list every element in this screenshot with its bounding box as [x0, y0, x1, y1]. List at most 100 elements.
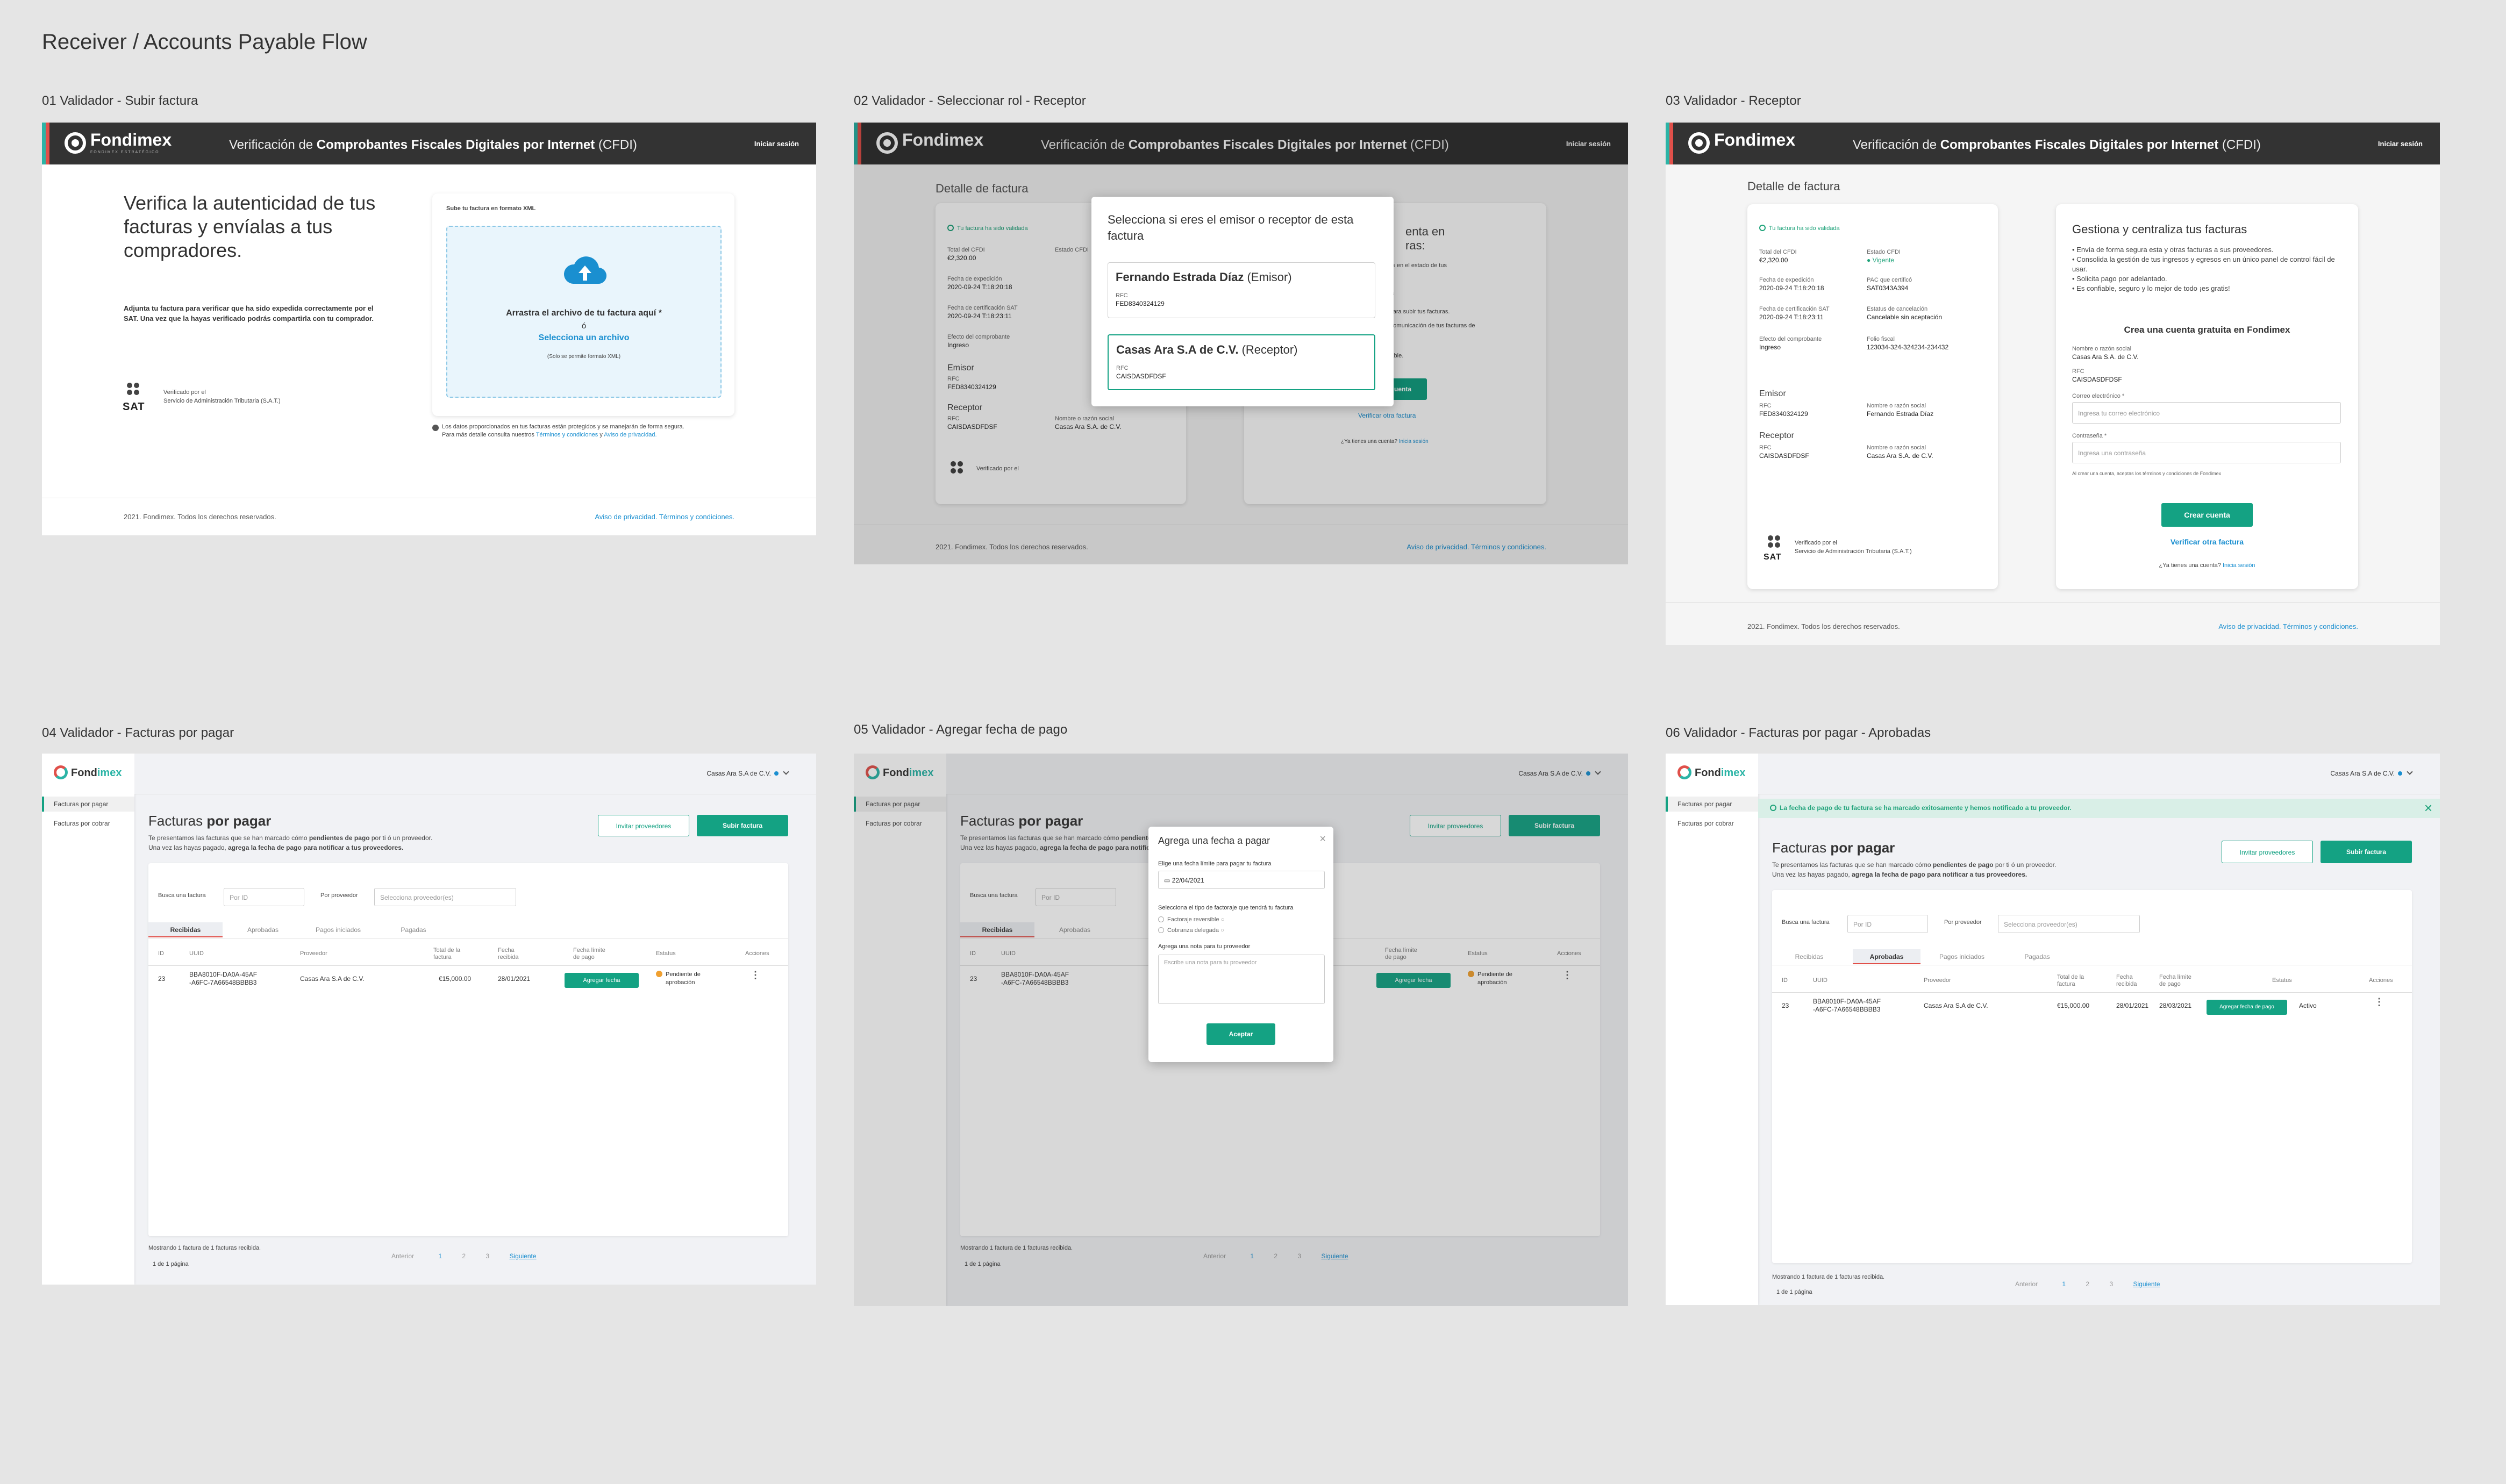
page-3[interactable]: 3 [486, 1252, 489, 1260]
cell-provider: Casas Ara S.A de C.V. [300, 975, 365, 983]
xml-dropzone[interactable]: Arrastra el archivo de tu factura aquí *… [446, 226, 722, 398]
sidebar-item-payables[interactable]: Facturas por pagar [42, 797, 134, 812]
prev-page[interactable]: Anterior [391, 1252, 414, 1260]
sidebar-item-receivables[interactable]: Facturas por cobrar [42, 816, 134, 831]
column-header: Fecha límite de pago [2159, 974, 2191, 987]
invoices-panel: Busca una factura Por ID Por proveedor S… [1772, 890, 2412, 1263]
select-file-link[interactable]: Selecciona un archivo [447, 333, 720, 343]
upload-invoice-button[interactable]: Subir factura [697, 815, 788, 836]
accept-button[interactable]: Aceptar [1206, 1023, 1275, 1045]
next-page[interactable]: Siguiente [509, 1252, 536, 1260]
close-icon[interactable]: × [1319, 833, 1326, 845]
tab-pagos-iniciados[interactable]: Pagos iniciados [299, 922, 377, 937]
row-actions-icon[interactable]: ⋮ [2374, 996, 2384, 1008]
page-3[interactable]: 3 [2109, 1280, 2113, 1288]
receptor-name: Casas Ara S.A. de C.V. [1867, 452, 1933, 460]
sidebar-item-payables[interactable]: Facturas por pagar [1666, 797, 1758, 812]
tab-pagadas[interactable]: Pagadas [380, 922, 447, 937]
radio-cobranza-delegada[interactable]: Cobranza delegada ○ [1158, 927, 1224, 934]
email-input[interactable]: Ingresa tu correo electrónico [2072, 402, 2341, 424]
email-label: Correo electrónico * [2072, 393, 2125, 399]
upload-invoice-button[interactable]: Subir factura [2321, 841, 2412, 863]
only-xml-note: (Solo se permite formato XML) [547, 354, 621, 360]
column-header: Proveedor [300, 950, 327, 957]
frame-label-03: 03 Validador - Receptor [1666, 94, 1801, 108]
sat-word: SAT [1764, 553, 1782, 562]
upload-card-title: Sube tu factura en formato XML [446, 205, 536, 212]
cancel-value: Cancelable sin aceptación [1867, 313, 1943, 321]
login-link[interactable]: Iniciar sesión [754, 140, 799, 148]
emisor-option-rfc-label: RFC [1116, 292, 1128, 299]
receptor-option-label: Casas Ara S.A de C.V. (Receptor) [1116, 343, 1298, 356]
footer-links[interactable]: Aviso de privacidad. Términos y condicio… [2218, 622, 2358, 630]
tab-pagadas[interactable]: Pagadas [2003, 949, 2071, 964]
sat-logo-icon [1768, 535, 1787, 551]
cancel-label: Estatus de cancelación [1867, 306, 1928, 312]
prev-page[interactable]: Anterior [2015, 1280, 2038, 1288]
frame-select-role: Fondimex Verificación de Comprobantes Fi… [854, 123, 1628, 564]
sidebar-item-receivables[interactable]: Facturas por cobrar [1666, 816, 1758, 831]
brand-stripe [42, 123, 49, 164]
header-title: Verificación de Comprobantes Fiscales Di… [229, 138, 637, 152]
table-row[interactable]: 23 BBA8010F-DA0A-45AF -A6FC-7A66548BBBB3 … [148, 965, 788, 991]
role-option-emisor[interactable]: Fernando Estrada Díaz (Emisor) RFC FED83… [1108, 262, 1375, 318]
tab-recibidas[interactable]: Recibidas [1772, 949, 1846, 964]
cell-provider: Casas Ara S.A de C.V. [1924, 1002, 1988, 1009]
column-header: Fecha recibida [2116, 974, 2137, 987]
search-label: Busca una factura [1782, 919, 1830, 926]
login-link[interactable]: Iniciar sesión [2378, 140, 2423, 148]
date-picker[interactable]: ▭ 22/04/2021 [1158, 871, 1325, 889]
sidebar: Fondimex Facturas por pagar Facturas por… [42, 754, 134, 1285]
column-header: Total de la factura [2057, 974, 2084, 987]
password-input[interactable]: Ingresa una contraseña [2072, 442, 2341, 463]
page-2[interactable]: 2 [2086, 1280, 2089, 1288]
search-input[interactable]: Por ID [224, 888, 304, 906]
detail-card: Tu factura ha sido validada Total del CF… [1747, 204, 1998, 589]
invoices-panel: Busca una factura Por ID Por proveedor S… [148, 863, 788, 1236]
tab-aprobadas[interactable]: Aprobadas [229, 922, 297, 937]
cell-id: 23 [1782, 1002, 1789, 1009]
table-row[interactable]: 23 BBA8010F-DA0A-45AF -A6FC-7A66548BBBB3 … [1772, 992, 2412, 1018]
page-1[interactable]: 1 [2062, 1280, 2066, 1288]
validated-badge: Tu factura ha sido validada [1759, 225, 1840, 232]
cell-id: 23 [158, 975, 166, 983]
emisor-option-label: Fernando Estrada Díaz (Emisor) [1116, 270, 1292, 284]
create-account-button[interactable]: Crear cuenta [2161, 503, 2253, 527]
frame-payables: Fondimex Facturas por pagar Facturas por… [42, 754, 816, 1285]
row-actions-icon[interactable]: ⋮ [751, 970, 760, 981]
radio-factoraje-reversible[interactable]: Factoraje reversible ○ [1158, 916, 1224, 923]
benefit-item: • Solicita pago por adelantado. [2072, 275, 2167, 283]
tab-aprobadas[interactable]: Aprobadas [1853, 949, 1920, 964]
benefit-item: • Envía de forma segura esta y otras fac… [2072, 246, 2274, 254]
account-menu[interactable]: Casas Ara S.A de C.V. [706, 769, 789, 777]
add-payment-date-button[interactable]: Agregar fecha de pago [2207, 1000, 2287, 1015]
footer-links[interactable]: Aviso de privacidad. Términos y condicio… [595, 513, 734, 521]
tab-pagos-iniciados[interactable]: Pagos iniciados [1923, 949, 2001, 964]
provider-select[interactable]: Selecciona proveedor(es) [374, 888, 516, 906]
next-page[interactable]: Siguiente [2133, 1280, 2160, 1288]
account-menu[interactable]: Casas Ara S.A de C.V. [2330, 769, 2413, 777]
sat-word: SAT [123, 401, 145, 413]
pending-icon [656, 971, 662, 977]
brand-stripe [1666, 123, 1673, 164]
role-option-receptor[interactable]: Casas Ara S.A de C.V. (Receptor) RFC CAI… [1108, 334, 1375, 390]
search-input[interactable]: Por ID [1847, 915, 1928, 933]
estado-value: ● Vigente [1867, 256, 1895, 264]
rfc-value: CAISDASDFDSF [2072, 376, 2122, 383]
frame-label-05: 05 Validador - Agregar fecha de pago [854, 722, 1068, 737]
invite-providers-button[interactable]: Invitar proveedores [2222, 841, 2313, 863]
showing-count: Mostrando 1 factura de 1 facturas recibi… [148, 1245, 261, 1251]
provider-select[interactable]: Selecciona proveedor(es) [1998, 915, 2140, 933]
benefits-list: • Envía de forma segura esta y otras fac… [2072, 245, 2341, 293]
page-1[interactable]: 1 [438, 1252, 442, 1260]
page-desc-1: Te presentamos las facturas que se han m… [1772, 861, 2057, 869]
verify-another-link[interactable]: Verificar otra factura [2056, 537, 2358, 546]
tab-recibidas[interactable]: Recibidas [148, 922, 223, 937]
invite-providers-button[interactable]: Invitar proveedores [598, 815, 689, 836]
add-date-button[interactable]: Agregar fecha [565, 973, 639, 988]
column-header: Fecha recibida [498, 947, 519, 960]
note-textarea[interactable]: Escribe una nota para tu proveedor [1158, 955, 1325, 1004]
page-2[interactable]: 2 [462, 1252, 466, 1260]
sat-verified-1: Verificado por el [163, 389, 206, 396]
close-icon[interactable]: × [2424, 800, 2432, 816]
